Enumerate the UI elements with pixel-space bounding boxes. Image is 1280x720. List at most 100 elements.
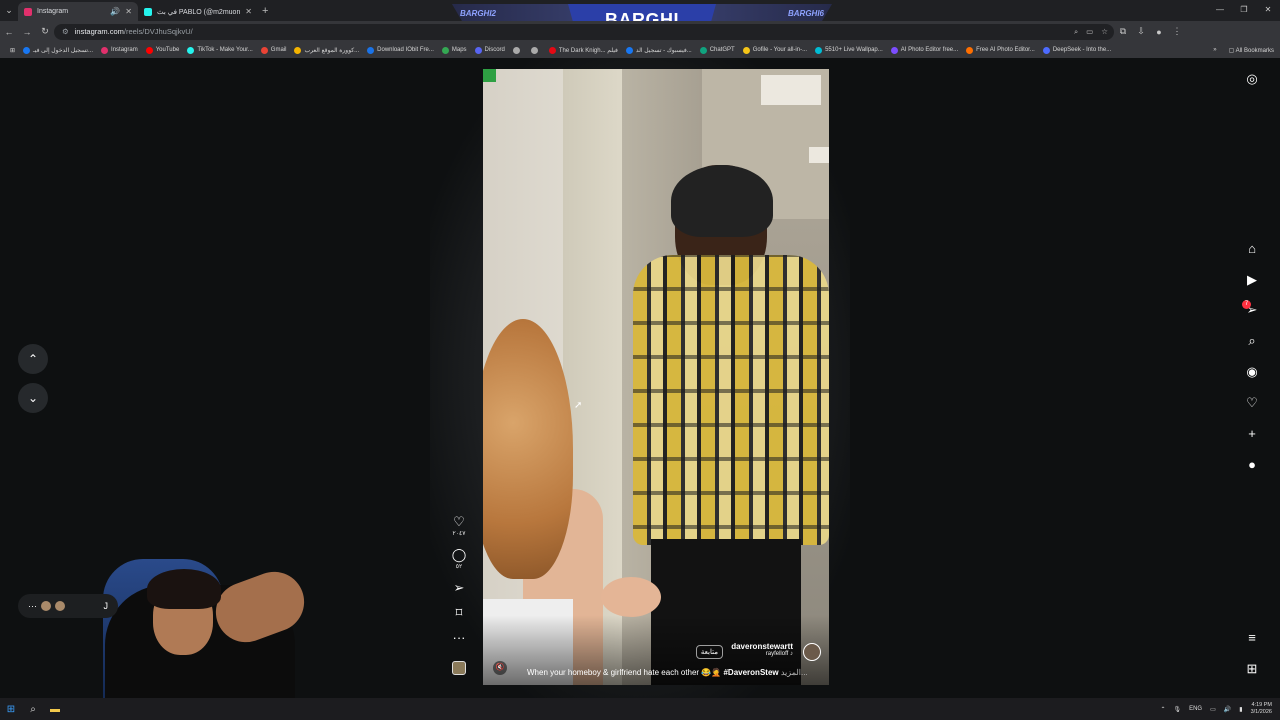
forward-icon[interactable]: →: [18, 27, 36, 37]
caption-hashtag[interactable]: #DaveronStew: [723, 668, 778, 677]
clock-time: 4:19 PM: [1251, 702, 1272, 708]
caption-more-link[interactable]: المزيد...: [781, 668, 808, 677]
restore-button[interactable]: ❐: [1232, 0, 1256, 21]
audio-user[interactable]: rayfelloff ♪: [731, 651, 793, 657]
bookmark-item[interactable]: Discord: [471, 46, 509, 54]
bookmark-item[interactable]: Gmail: [257, 46, 291, 54]
profile-avatar-icon[interactable]: ●: [1242, 457, 1262, 472]
bookmark-label: Discord: [484, 47, 505, 53]
profile-icon[interactable]: ●: [1150, 27, 1168, 37]
bookmark-item[interactable]: Free AI Photo Editor...: [962, 46, 1039, 54]
bookmark-favicon-icon: [441, 46, 449, 54]
file-explorer-icon[interactable]: ▬: [44, 704, 66, 715]
bookmark-item[interactable]: Download IObit Fre...: [363, 46, 438, 54]
bookmark-star-icon[interactable]: ☆: [1101, 27, 1108, 37]
bookmark-item[interactable]: Maps: [438, 46, 471, 54]
more-options-action[interactable]: ···: [453, 630, 466, 645]
bookmark-item[interactable]: كوورة الموقع العرب...: [290, 46, 363, 54]
reels-icon[interactable]: ▶: [1242, 272, 1262, 288]
tab-search-icon[interactable]: ⌄: [0, 5, 18, 16]
battery-icon[interactable]: ▮: [1239, 706, 1242, 713]
browser-menu-icon[interactable]: ⋮: [1168, 26, 1186, 37]
green-corner-marker: [483, 69, 496, 82]
reel-author[interactable]: daveronstewartt rayfelloff ♪: [731, 642, 793, 657]
username[interactable]: daveronstewartt: [731, 642, 793, 651]
bookmark-item[interactable]: DeepSeek - Into the...: [1039, 46, 1115, 54]
bookmark-item[interactable]: AI Photo Editor free...: [887, 46, 962, 54]
notifications-heart-icon[interactable]: ♡: [1242, 395, 1262, 411]
system-tray: ⌃ 🎙 ENG ▭ 🔊 ▮ 4:19 PM 3/1/2026: [1160, 702, 1280, 716]
bookmark-item[interactable]: YouTube: [142, 46, 184, 54]
network-icon[interactable]: ▭: [1210, 706, 1216, 713]
windows-start-icon[interactable]: ⊞: [0, 704, 22, 715]
more-bookmarks-icon[interactable]: »: [1213, 47, 1216, 53]
zoom-icon[interactable]: ⌕: [1074, 27, 1078, 37]
cast-icon[interactable]: ▭: [1086, 27, 1093, 37]
bookmark-item[interactable]: فيسبوك - تسجيل الد...: [622, 46, 696, 54]
clock[interactable]: 4:19 PM 3/1/2026: [1251, 702, 1272, 716]
downloads-icon[interactable]: ⇩: [1132, 26, 1150, 37]
speaker-muted-icon[interactable]: 🔇: [493, 661, 507, 675]
bookmark-favicon-icon: [101, 46, 109, 54]
comment-icon[interactable]: ◯: [452, 547, 467, 562]
volume-icon[interactable]: 🔊: [1224, 706, 1231, 713]
bookmark-label: The Dark Knigh... فيلم: [558, 47, 618, 54]
follow-button[interactable]: متابعة: [695, 645, 723, 659]
like-action[interactable]: ♡ ٢٠٤٧: [453, 514, 466, 537]
bookmark-item[interactable]: تسجيل الدخول إلى فيـ...: [19, 46, 97, 54]
search-icon[interactable]: ⌕: [1242, 333, 1262, 349]
plus-icon[interactable]: +: [262, 5, 268, 17]
heart-icon[interactable]: ♡: [453, 514, 465, 529]
bookmark-label: Instagram: [111, 47, 138, 53]
bookmark-item[interactable]: [527, 46, 545, 54]
explore-icon[interactable]: ◉: [1242, 364, 1262, 380]
bookmark-item[interactable]: The Dark Knigh... فيلم: [545, 46, 622, 54]
more-options-icon[interactable]: ···: [453, 630, 466, 645]
window-controls: — ❐ ✕: [1208, 0, 1280, 21]
chat-pill[interactable]: ··· J: [18, 594, 118, 618]
home-icon[interactable]: ⌂: [1242, 241, 1262, 256]
site-info-icon[interactable]: ⚙: [62, 27, 69, 36]
next-reel-button[interactable]: ⌄: [18, 383, 48, 413]
bookmark-icon[interactable]: ⌑: [456, 605, 463, 620]
share-action[interactable]: ➢: [454, 580, 465, 595]
bookmark-item[interactable]: TikTok - Make Your...: [183, 46, 256, 54]
create-plus-icon[interactable]: +: [1242, 426, 1262, 441]
apps-icon[interactable]: ⊞: [6, 47, 19, 54]
instagram-logo-icon[interactable]: ◎: [1242, 71, 1262, 87]
share-icon[interactable]: ➢: [454, 580, 465, 595]
microphone-icon[interactable]: 🎙: [1173, 706, 1181, 713]
bookmark-label: تسجيل الدخول إلى فيـ...: [33, 47, 94, 54]
close-tab-icon[interactable]: ✕: [245, 7, 252, 16]
bookmark-favicon-icon: [294, 46, 302, 54]
back-icon[interactable]: ←: [0, 27, 18, 37]
bookmark-item[interactable]: Gofile - Your all-in-...: [739, 46, 811, 54]
bookmark-label: كوورة الموقع العرب...: [304, 47, 360, 54]
tab-instagram[interactable]: Instagram 🔊 ✕: [18, 2, 138, 21]
bookmark-item[interactable]: Instagram: [97, 46, 142, 54]
tab-tiktok-live[interactable]: في بث PABLO (@m2muon) ✕: [138, 2, 258, 21]
reload-icon[interactable]: ↻: [36, 26, 54, 37]
tray-overflow-icon[interactable]: ⌃: [1160, 706, 1165, 713]
menu-icon[interactable]: ≡: [1242, 630, 1262, 645]
previous-reel-button[interactable]: ⌃: [18, 344, 48, 374]
all-bookmarks-button[interactable]: ▢ All Bookmarks: [1229, 47, 1274, 54]
close-tab-icon[interactable]: ✕: [125, 7, 132, 16]
bookmark-item[interactable]: [509, 46, 527, 54]
bookmark-label: ChatGPT: [709, 47, 735, 53]
taskbar-search-icon[interactable]: ⌕: [22, 704, 44, 715]
address-bar[interactable]: ⚙ instagram.com/reels/DVJhuSqjkvU/ ⌕ ▭ ☆: [54, 23, 1114, 40]
also-from-meta-icon[interactable]: ⊞: [1242, 661, 1262, 677]
comment-action[interactable]: ◯ ٥٢: [452, 547, 467, 570]
close-window-button[interactable]: ✕: [1256, 0, 1280, 21]
bookmark-item[interactable]: 5510+ Live Wallpap...: [811, 46, 887, 54]
save-action[interactable]: ⌑: [456, 605, 463, 620]
extensions-icon[interactable]: ⧉: [1114, 26, 1132, 37]
language-indicator[interactable]: ENG: [1189, 706, 1202, 712]
reel-video[interactable]: 🔇 متابعة daveronstewartt rayfelloff ♪ Wh…: [483, 69, 829, 685]
minimize-button[interactable]: —: [1208, 0, 1232, 21]
author-avatar[interactable]: [803, 643, 821, 661]
bookmark-item[interactable]: ChatGPT: [696, 46, 739, 54]
tiktok-favicon-icon: [144, 7, 152, 16]
audio-thumbnail[interactable]: [452, 661, 466, 675]
